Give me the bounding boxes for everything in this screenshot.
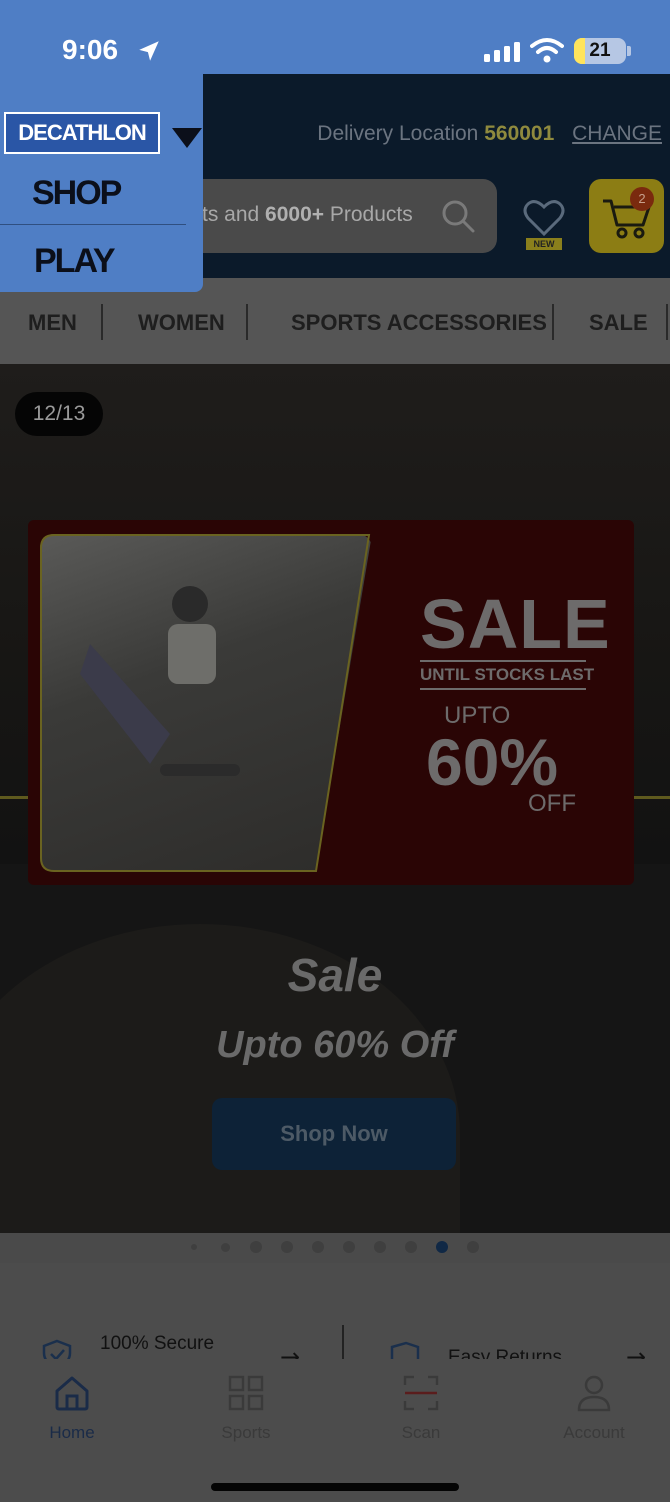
- shop-now-button[interactable]: Shop Now: [212, 1098, 456, 1170]
- category-women[interactable]: WOMEN: [138, 310, 225, 336]
- caret-down-icon[interactable]: [172, 128, 202, 148]
- hero-subtitle: Upto 60% Off: [216, 1024, 454, 1066]
- sale-banner[interactable]: SALE UNTIL STOCKS LAST UPTO 60% OFF: [28, 520, 634, 885]
- bottom-tab-bar: Home Sports Scan Account: [0, 1359, 670, 1502]
- location-arrow-icon: [139, 41, 159, 61]
- trust-strip: 100% Secure → Easy Returns →: [0, 1263, 670, 1371]
- menu-option-play[interactable]: PLAY: [34, 242, 224, 281]
- carousel-dot[interactable]: [281, 1241, 293, 1253]
- menu-option-shop[interactable]: SHOP: [32, 174, 222, 213]
- decathlon-logo[interactable]: DECATHLON: [4, 112, 160, 154]
- banner-sale-text: SALE: [420, 585, 611, 663]
- banner-off-text: OFF: [528, 790, 576, 817]
- tab-home[interactable]: Home: [12, 1373, 132, 1443]
- carousel-dot[interactable]: [405, 1241, 417, 1253]
- slide-counter: 12/13: [15, 392, 103, 436]
- trust-divider: [342, 1325, 344, 1359]
- home-indicator: [211, 1483, 459, 1491]
- carousel-dot[interactable]: [191, 1244, 197, 1250]
- hero-carousel[interactable]: 12/13 SALE UNTIL STOCKS LAST UPTO 60% OF…: [0, 364, 670, 1233]
- scan-icon: [403, 1375, 439, 1411]
- tab-label: Sports: [221, 1423, 271, 1442]
- category-divider: [552, 304, 554, 340]
- carousel-indicator: [0, 1233, 670, 1263]
- new-tag: NEW: [526, 238, 562, 250]
- battery-percent: 21: [589, 40, 611, 61]
- grid-icon: [228, 1375, 264, 1411]
- cart-count-badge: 2: [630, 187, 654, 211]
- category-divider: [246, 304, 248, 340]
- category-divider: [101, 304, 103, 340]
- menu-divider: [0, 224, 186, 225]
- home-icon: [55, 1376, 89, 1411]
- delivery-pincode: 560001: [484, 122, 555, 145]
- category-divider: [666, 304, 668, 340]
- tab-label: Account: [563, 1423, 625, 1442]
- photo-frame: [40, 534, 371, 872]
- hero-title: Sale: [287, 949, 383, 1001]
- carousel-dot[interactable]: [467, 1241, 479, 1253]
- carousel-dot-active[interactable]: [436, 1241, 448, 1253]
- carousel-dot[interactable]: [312, 1241, 324, 1253]
- category-men[interactable]: MEN: [28, 310, 77, 336]
- category-sale[interactable]: SALE: [589, 310, 648, 336]
- cellular-signal-icon: [484, 42, 520, 62]
- carousel-dot[interactable]: [343, 1241, 355, 1253]
- tab-sports[interactable]: Sports: [186, 1373, 306, 1443]
- secure-label: 100% Secure: [100, 1333, 215, 1354]
- tab-scan[interactable]: Scan: [361, 1373, 481, 1443]
- status-bar: 9:06 21: [0, 0, 670, 74]
- tab-label: Scan: [401, 1423, 441, 1442]
- wifi-icon: [530, 38, 564, 63]
- battery-cap: [627, 46, 631, 56]
- status-time: 9:06: [62, 34, 119, 65]
- banner-percent-text: 60%: [426, 725, 559, 799]
- category-sports-accessories[interactable]: SPORTS ACCESSORIES: [291, 310, 547, 336]
- battery-indicator: 21: [574, 38, 626, 64]
- delivery-location: Delivery Location 560001 CHANGE: [317, 122, 662, 146]
- tab-account[interactable]: Account: [534, 1373, 654, 1443]
- wishlist-button[interactable]: NEW: [522, 198, 566, 252]
- tab-label: Home: [49, 1423, 95, 1442]
- search-placeholder: ts and 6000+ Products: [202, 203, 413, 226]
- cart-icon: [603, 199, 651, 239]
- heart-icon: [523, 200, 565, 237]
- delivery-label: Delivery Location: [317, 122, 479, 145]
- carousel-dot[interactable]: [220, 1242, 230, 1252]
- cart-button[interactable]: 2: [589, 179, 664, 253]
- account-icon: [577, 1375, 611, 1412]
- carousel-dot[interactable]: [250, 1241, 262, 1253]
- change-location-link[interactable]: CHANGE: [572, 122, 662, 145]
- carousel-dot[interactable]: [374, 1241, 386, 1253]
- brand-dropdown-menu: DECATHLON SHOP PLAY: [0, 74, 203, 292]
- search-icon[interactable]: [441, 199, 475, 233]
- banner-until-text: UNTIL STOCKS LAST: [420, 660, 594, 690]
